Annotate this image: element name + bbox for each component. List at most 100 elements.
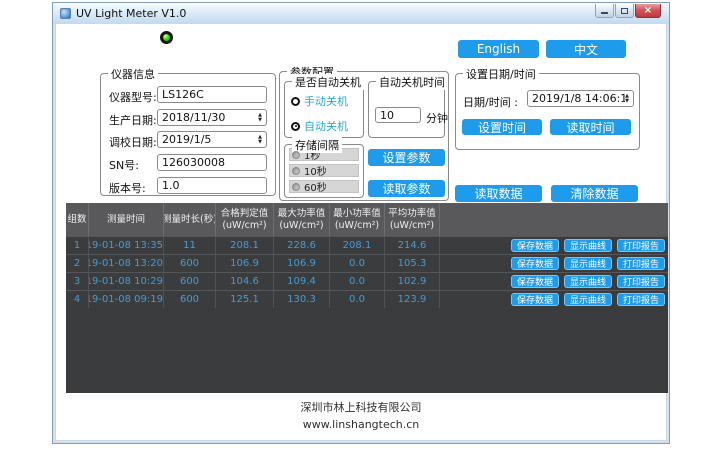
clear-data-button[interactable]: 清除数据 xyxy=(551,185,638,202)
titlebar[interactable]: UV Light Meter V1.0 × xyxy=(53,3,669,24)
auto-off-time-field[interactable]: 10 xyxy=(375,107,421,123)
save-data-button[interactable]: 保存数据 xyxy=(511,275,559,288)
minimize-button[interactable] xyxy=(595,4,614,18)
show-curve-button[interactable]: 显示曲线 xyxy=(564,275,612,288)
col-avg: 平均功率值(uW/cm²) xyxy=(385,203,440,236)
cell-avg: 105.3 xyxy=(385,255,440,272)
save-data-button[interactable]: 保存数据 xyxy=(511,257,559,270)
english-button[interactable]: English xyxy=(458,40,539,58)
radio-auto-off[interactable]: 自动关机 xyxy=(291,118,363,134)
col-group: 组数 xyxy=(66,203,89,236)
radio-checked-icon[interactable] xyxy=(291,122,300,131)
interval-10s-label: 10秒 xyxy=(304,163,327,178)
radio-gray-icon[interactable] xyxy=(292,167,300,175)
cell-group: 4 xyxy=(66,291,89,308)
auto-off-time-title: 自动关机时间 xyxy=(376,74,448,90)
save-data-button[interactable]: 保存数据 xyxy=(511,239,559,252)
window-title: UV Light Meter V1.0 xyxy=(76,7,186,20)
production-date-spinner[interactable]: ▲▼ xyxy=(258,113,262,123)
company-name: 深圳市林上科技有限公司 xyxy=(56,399,666,415)
read-params-button[interactable]: 读取参数 xyxy=(368,180,445,197)
sn-field[interactable]: 126030008 xyxy=(157,154,267,171)
show-curve-button[interactable]: 显示曲线 xyxy=(564,257,612,270)
table-row: 2 2019-01-08 13:20:04 600 106.9 106.9 0.… xyxy=(66,254,668,272)
spinner-down-icon[interactable]: ▼ xyxy=(258,118,262,123)
model-label: 仪器型号: xyxy=(109,89,157,105)
chinese-button[interactable]: 中文 xyxy=(546,40,626,58)
cell-duration: 11 xyxy=(164,237,216,254)
cell-time: 2019-01-08 13:20:04 xyxy=(89,255,164,272)
radio-manual-off[interactable]: 手动关机 xyxy=(291,93,363,109)
calibration-date-label: 调校日期: xyxy=(109,134,157,150)
cell-group: 2 xyxy=(66,255,89,272)
print-report-button[interactable]: 打印报告 xyxy=(617,293,665,306)
cell-avg: 214.6 xyxy=(385,237,440,254)
cell-time: 2019-01-08 10:29:40 xyxy=(89,273,164,290)
table-row: 3 2019-01-08 10:29:40 600 104.6 109.4 0.… xyxy=(66,272,668,290)
spinner-down-icon[interactable]: ▼ xyxy=(258,140,262,145)
version-field[interactable]: 1.0 xyxy=(157,177,267,194)
radio-interval-60s[interactable]: 60秒 xyxy=(289,180,359,193)
app-icon xyxy=(60,8,71,19)
set-time-button[interactable]: 设置时间 xyxy=(462,119,542,135)
cell-group: 1 xyxy=(66,237,89,254)
col-max: 最大功率值(uW/cm²) xyxy=(274,203,330,236)
show-curve-button[interactable]: 显示曲线 xyxy=(564,239,612,252)
cell-avg: 123.9 xyxy=(385,291,440,308)
datetime-value: 2019/1/8 14:06:13 xyxy=(532,92,625,105)
close-button[interactable]: × xyxy=(635,4,661,18)
cell-min: 0.0 xyxy=(330,291,385,308)
auto-off-time-group: 自动关机时间 10 分钟 xyxy=(368,81,445,138)
show-curve-button[interactable]: 显示曲线 xyxy=(564,293,612,306)
radio-gray-icon[interactable] xyxy=(292,151,300,159)
status-led-icon xyxy=(160,31,173,44)
cell-qualified: 208.1 xyxy=(216,237,274,254)
col-qualified: 合格判定值(uW/cm²) xyxy=(216,203,274,236)
datetime-spinner[interactable]: ▲▼ xyxy=(625,94,629,104)
device-info-title: 仪器信息 xyxy=(108,66,158,82)
radio-auto-off-label: 自动关机 xyxy=(304,118,348,134)
col-actions xyxy=(440,203,668,236)
window-controls: × xyxy=(595,4,661,18)
table-row: 1 2019-01-08 13:35:47 11 208.1 228.6 208… xyxy=(66,236,668,254)
print-report-button[interactable]: 打印报告 xyxy=(617,239,665,252)
cell-max: 228.6 xyxy=(274,237,330,254)
radio-unchecked-icon[interactable] xyxy=(291,97,300,106)
desktop: UV Light Meter V1.0 × English 中文 仪器信息 仪器… xyxy=(0,0,726,450)
cell-actions: 保存数据 显示曲线 打印报告 xyxy=(440,255,668,272)
read-time-button[interactable]: 读取时间 xyxy=(550,119,631,135)
website-url: www.linshangtech.cn xyxy=(56,418,666,431)
datetime-label: 日期/时间 : xyxy=(463,94,518,110)
client-area: English 中文 仪器信息 仪器型号: LS126C 生产日期: 2018/… xyxy=(56,24,666,440)
read-data-button[interactable]: 读取数据 xyxy=(455,185,542,202)
app-window: UV Light Meter V1.0 × English 中文 仪器信息 仪器… xyxy=(52,2,670,444)
version-value: 1.0 xyxy=(162,179,180,192)
set-params-button[interactable]: 设置参数 xyxy=(368,149,445,166)
radio-interval-10s[interactable]: 10秒 xyxy=(289,164,359,177)
cell-max: 109.4 xyxy=(274,273,330,290)
cell-time: 2019-01-08 09:19:35 xyxy=(89,291,164,308)
datetime-field[interactable]: 2019/1/8 14:06:13 ▲▼ xyxy=(527,90,634,107)
datetime-title: 设置日期/时间 xyxy=(463,66,539,82)
save-data-button[interactable]: 保存数据 xyxy=(511,293,559,306)
model-value: LS126C xyxy=(162,88,204,101)
calibration-date-field[interactable]: 2019/1/5 ▲▼ xyxy=(157,131,267,148)
maximize-button[interactable] xyxy=(615,4,634,18)
radio-gray-icon[interactable] xyxy=(292,183,300,191)
data-table: 组数 测量时间 测量时长(秒) 合格判定值(uW/cm²) 最大功率值(uW/c… xyxy=(66,203,668,393)
auto-off-time-unit: 分钟 xyxy=(426,110,448,126)
calibration-date-spinner[interactable]: ▲▼ xyxy=(258,135,262,145)
cell-qualified: 104.6 xyxy=(216,273,274,290)
cell-min: 0.0 xyxy=(330,273,385,290)
print-report-button[interactable]: 打印报告 xyxy=(617,275,665,288)
print-report-button[interactable]: 打印报告 xyxy=(617,257,665,270)
production-date-label: 生产日期: xyxy=(109,112,157,128)
cell-group: 3 xyxy=(66,273,89,290)
spinner-down-icon[interactable]: ▼ xyxy=(625,99,629,104)
model-field[interactable]: LS126C xyxy=(157,86,267,103)
version-label: 版本号: xyxy=(109,180,146,196)
radio-manual-off-label: 手动关机 xyxy=(304,93,348,109)
cell-max: 106.9 xyxy=(274,255,330,272)
production-date-field[interactable]: 2018/11/30 ▲▼ xyxy=(157,109,267,126)
auto-off-title: 是否自动关机 xyxy=(292,74,364,90)
